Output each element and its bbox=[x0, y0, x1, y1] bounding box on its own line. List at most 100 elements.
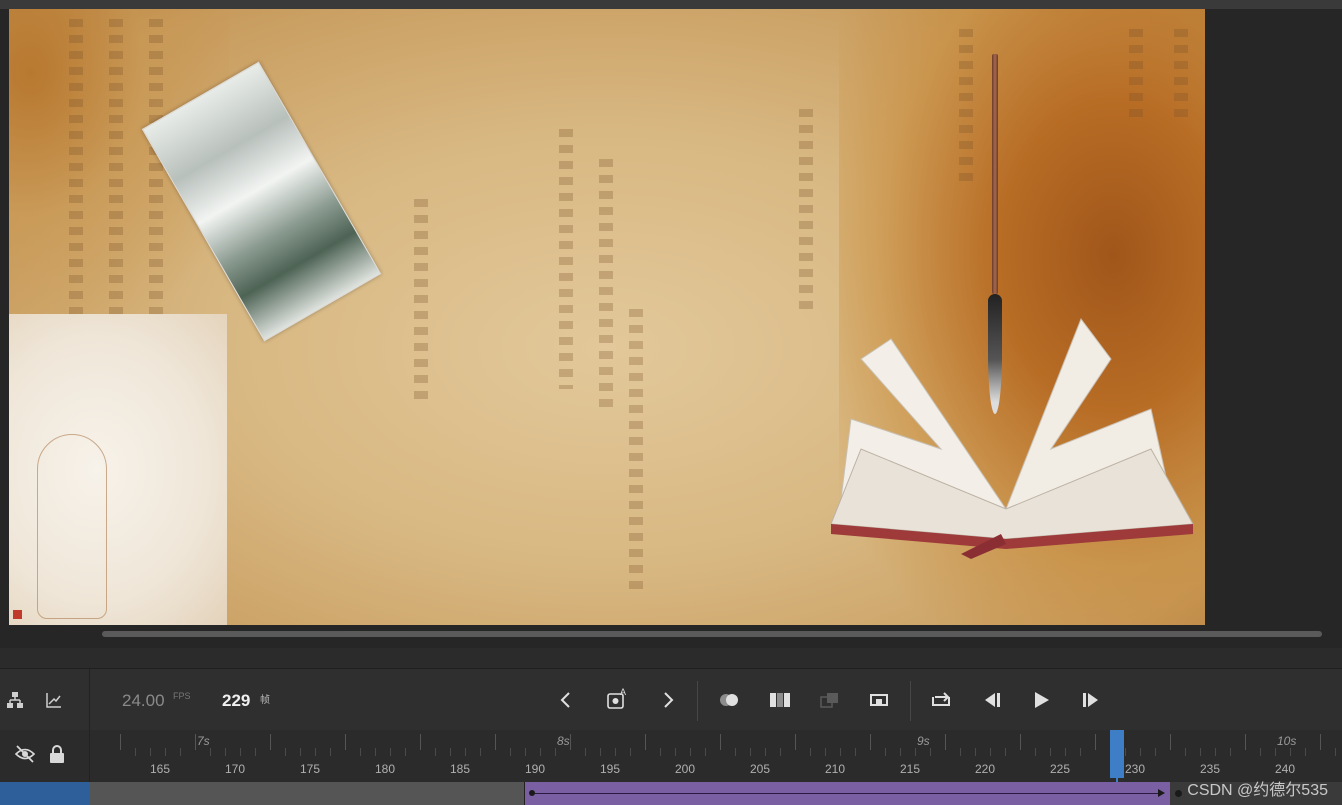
ruler-tick bbox=[255, 748, 256, 756]
horizontal-scrollbar[interactable] bbox=[102, 631, 1322, 637]
seconds-label: 8s bbox=[557, 734, 570, 748]
toolbar-separator bbox=[910, 681, 911, 721]
stage-canvas[interactable] bbox=[9, 9, 1205, 625]
ruler-tick bbox=[420, 734, 421, 750]
step-forward-icon[interactable] bbox=[1081, 691, 1101, 712]
open-book-graphic bbox=[830, 317, 1194, 559]
ruler-tick bbox=[1275, 748, 1276, 756]
ruler-tick bbox=[930, 748, 931, 756]
ruler-tick bbox=[525, 748, 526, 756]
ruler-tick bbox=[1035, 748, 1036, 756]
center-frame-icon[interactable] bbox=[869, 691, 889, 712]
stage-area bbox=[0, 0, 1342, 648]
ruler-tick bbox=[1125, 748, 1126, 756]
ruler-tick bbox=[600, 748, 601, 756]
layer-hierarchy-icon[interactable] bbox=[6, 691, 24, 712]
ruler-tick bbox=[180, 748, 181, 756]
svg-text:A: A bbox=[620, 687, 626, 697]
ruler-tick bbox=[570, 734, 571, 750]
play-icon[interactable] bbox=[1032, 691, 1050, 712]
ruler-tick bbox=[825, 748, 826, 756]
ruler-tick bbox=[765, 748, 766, 756]
frame-label: 180 bbox=[375, 762, 396, 776]
figure-painting[interactable] bbox=[9, 314, 227, 625]
onion-skin-icon[interactable] bbox=[718, 691, 742, 712]
ruler-tick bbox=[1320, 734, 1321, 750]
ruler-tick bbox=[390, 748, 391, 756]
frame-label: 210 bbox=[825, 762, 846, 776]
ruler-tick bbox=[885, 748, 886, 756]
ruler-tick bbox=[750, 748, 751, 756]
frame-label: 200 bbox=[675, 762, 696, 776]
ruler-tick bbox=[1215, 748, 1216, 756]
ruler-tick bbox=[480, 748, 481, 756]
ruler-tick bbox=[915, 748, 916, 756]
loop-icon[interactable] bbox=[930, 689, 952, 712]
open-book[interactable] bbox=[821, 299, 1201, 559]
ruler-tick bbox=[120, 734, 121, 750]
layer-color-strip[interactable] bbox=[0, 782, 90, 805]
ruler-tick bbox=[810, 748, 811, 756]
ruler-tick bbox=[285, 748, 286, 756]
ruler-tick bbox=[675, 748, 676, 756]
ruler-tick bbox=[900, 748, 901, 756]
calligraphy-texture bbox=[559, 129, 573, 389]
ruler-tick bbox=[435, 748, 436, 756]
chevron-right-icon[interactable] bbox=[660, 691, 676, 712]
ruler-tick bbox=[630, 748, 631, 756]
ruler-tick bbox=[735, 748, 736, 756]
ruler-tick bbox=[960, 748, 961, 756]
ruler-tick bbox=[660, 748, 661, 756]
ruler-tick bbox=[1095, 734, 1096, 750]
graph-icon[interactable] bbox=[45, 691, 63, 712]
disabled-frames-icon bbox=[820, 691, 840, 712]
figure-sketch bbox=[37, 434, 107, 619]
frame-unit: 帧 bbox=[260, 695, 270, 706]
eye-off-icon[interactable] bbox=[14, 744, 36, 767]
ruler-tick bbox=[315, 748, 316, 756]
ruler-tick bbox=[1155, 748, 1156, 756]
ruler-tick bbox=[780, 748, 781, 756]
layer-row[interactable] bbox=[0, 782, 1342, 805]
ruler-tick bbox=[1305, 748, 1306, 756]
calligraphy-texture bbox=[414, 199, 428, 399]
ruler-tick bbox=[795, 734, 796, 750]
ruler-tick bbox=[690, 748, 691, 756]
current-frame-number[interactable]: 229 bbox=[222, 691, 250, 711]
ruler-tick bbox=[1185, 748, 1186, 756]
ruler-tick bbox=[240, 748, 241, 756]
ruler-tick bbox=[555, 748, 556, 756]
motion-tween-span[interactable] bbox=[524, 782, 1170, 805]
frame-label: 225 bbox=[1050, 762, 1071, 776]
chevron-left-icon[interactable] bbox=[558, 691, 574, 712]
red-seal bbox=[13, 610, 22, 619]
step-back-icon[interactable] bbox=[982, 691, 1002, 712]
calligraphy-texture bbox=[109, 19, 123, 319]
ruler-tick bbox=[645, 734, 646, 750]
ruler-tick bbox=[405, 748, 406, 756]
calligraphy-texture bbox=[1129, 29, 1143, 119]
ruler-tick bbox=[720, 734, 721, 750]
edit-multiple-frames-icon[interactable] bbox=[769, 691, 791, 712]
fps-value[interactable]: 24.00 bbox=[122, 691, 165, 711]
ruler-tick bbox=[165, 748, 166, 756]
brush-shaft bbox=[992, 54, 998, 294]
ruler-tick bbox=[150, 748, 151, 756]
ruler-tick bbox=[330, 748, 331, 756]
ruler-tick bbox=[1260, 748, 1261, 756]
toolbar-separator bbox=[697, 681, 698, 721]
calligraphy-texture bbox=[629, 309, 643, 589]
end-keyframe[interactable] bbox=[1175, 790, 1182, 797]
ruler-tick bbox=[270, 734, 271, 750]
playhead[interactable] bbox=[1110, 730, 1124, 778]
calligraphy-texture bbox=[69, 19, 83, 319]
timeline-ruler[interactable]: 7s 8s 9s 10s 165 170 175 180 185 190 195… bbox=[90, 730, 1342, 782]
frame-label: 220 bbox=[975, 762, 996, 776]
ruler-tick bbox=[225, 748, 226, 756]
lock-icon[interactable] bbox=[48, 744, 66, 767]
ruler-tick bbox=[1245, 734, 1246, 750]
ruler-tick bbox=[1170, 734, 1171, 750]
insert-keyframe-icon[interactable]: A bbox=[606, 687, 630, 714]
layer-frames[interactable] bbox=[90, 782, 524, 805]
calligraphy-texture bbox=[959, 29, 973, 189]
